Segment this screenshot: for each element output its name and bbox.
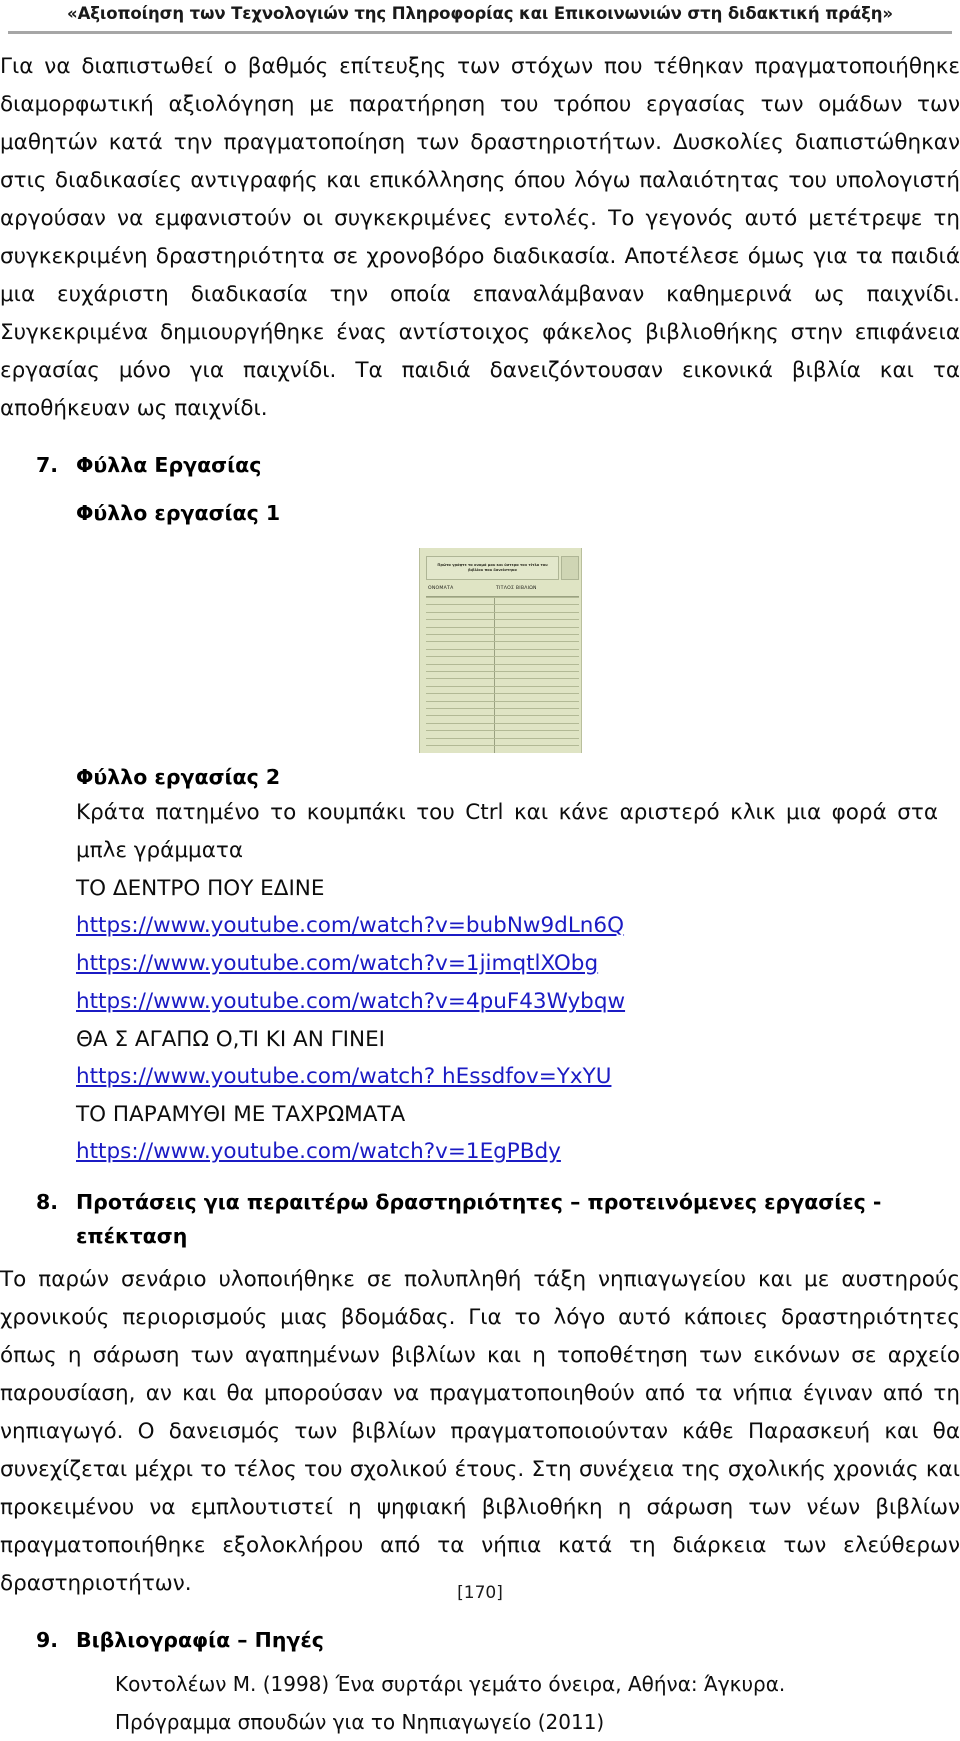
worksheet-row-rule [426, 708, 579, 709]
worksheet-row-rule [426, 730, 579, 732]
worksheet-2-instruction: Κράτα πατημένο το κουμπάκι του Ctrl και … [76, 800, 938, 863]
worksheet-1-heading: Φύλλο εργασίας 1 [76, 501, 281, 525]
bibliography-entry-2: Πρόγραμμα σπουδών για το Νηπιαγωγείο (20… [115, 1710, 605, 1734]
worksheet-row-rule [426, 611, 579, 613]
worksheet-image-rows [426, 597, 579, 753]
running-header-title: «Αξιοποίηση των Τεχνολογιών της Πληροφορ… [67, 4, 893, 23]
worksheet-row-rule [426, 597, 579, 598]
video-url-2[interactable]: https://www.youtube.com/watch?v=1jimqtlX… [76, 945, 598, 982]
worksheet-row-rule [426, 678, 579, 680]
video-link-row-2: https://www.youtube.com/watch?v=1jimqtlX… [76, 945, 938, 983]
worksheet-image-corner-block [561, 556, 579, 580]
worksheet-row-rule [426, 715, 579, 717]
video-label-3: ΤΟ ΠΑΡΑΜΥΘΙ ΜΕ ΤΑΧΡΩΜΑΤΑ [76, 1102, 406, 1127]
page-content: Για να διαπιστωθεί ο βαθμός επίτευξης τω… [0, 48, 960, 1741]
worksheet-row-rule [426, 626, 579, 628]
section-number-8: 8. [36, 1190, 59, 1214]
worksheet-row-rule [426, 619, 579, 621]
section-heading-7: 7. Φύλλα Εργασίας [36, 448, 942, 482]
section-heading-9: 9. Βιβλιογραφία – Πηγές [36, 1623, 942, 1657]
worksheet-image-column-headers: ΟΝΟΜΑΤΑ ΤΙΤΛΟΣ ΒΙΒΛΙΩΝ [426, 584, 579, 597]
worksheet-row-rule [426, 737, 579, 739]
worksheet-1-image: Πρώτα γράψτε τα ονομά μου και ύστερα τον… [419, 548, 582, 753]
document-page: «Αξιοποίηση των Τεχνολογιών της Πληροφορ… [0, 0, 960, 1734]
video-link-row-1: https://www.youtube.com/watch?v=bubNw9dL… [76, 907, 938, 945]
video-link-row-4: https://www.youtube.com/watch? hEssdfov=… [76, 1058, 938, 1096]
worksheet-row-rule [426, 648, 579, 650]
worksheet-image-title-bar: Πρώτα γράψτε τα ονομά μου και ύστερα τον… [426, 556, 559, 580]
paragraph-extensions: Το παρών σενάριο υλοποιήθηκε σε πολυπληθ… [0, 1267, 960, 1596]
running-header: «Αξιοποίηση των Τεχνολογιών της Πληροφορ… [0, 0, 960, 44]
worksheet-1-figure: Πρώτα γράψτε τα ονομά μου και ύστερα τον… [0, 548, 960, 760]
worksheet-row-rule [426, 745, 579, 746]
worksheet-row-rule [426, 671, 579, 672]
section-number-7: 7. [36, 453, 59, 477]
header-divider [8, 31, 952, 34]
worksheet-image-title: Πρώτα γράψτε τα ονομά μου και ύστερα τον… [437, 563, 548, 572]
paragraph-evaluation: Για να διαπιστωθεί ο βαθμός επίτευξης τω… [0, 54, 960, 421]
video-url-3[interactable]: https://www.youtube.com/watch?v=4puF43Wy… [76, 983, 625, 1020]
section-heading-8: 8. Προτάσεις για περαιτέρω δραστηριότητε… [36, 1185, 942, 1253]
worksheet-row-rule [426, 700, 579, 702]
worksheet-column-titles: ΤΙΤΛΟΣ ΒΙΒΛΙΩΝ [496, 586, 537, 591]
worksheet-2-block: Φύλλο εργασίας 2 Κράτα πατημένο το κουμπ… [76, 760, 938, 1171]
video-link-row-3: https://www.youtube.com/watch?v=4puF43Wy… [76, 983, 938, 1021]
section-title-8: Προτάσεις για περαιτέρω δραστηριότητες –… [76, 1190, 882, 1248]
video-url-4[interactable]: https://www.youtube.com/watch? hEssdfov=… [76, 1058, 611, 1095]
section-title-9: Βιβλιογραφία – Πηγές [76, 1628, 324, 1652]
video-label-2: ΘΑ Σ ΑΓΑΠΩ Ο,ΤΙ ΚΙ ΑΝ ΓΙΝΕΙ [76, 1027, 385, 1052]
page-number: [170] [457, 1583, 503, 1603]
worksheet-row-rule [426, 663, 579, 665]
video-url-5[interactable]: https://www.youtube.com/watch?v=1EgPBdy [76, 1133, 561, 1170]
worksheet-row-rule [426, 722, 579, 724]
worksheet-row-rule [426, 685, 579, 687]
worksheet-row-rule [426, 604, 579, 606]
section-title-7: Φύλλα Εργασίας [76, 453, 262, 477]
video-label-1: ΤΟ ΔΕΝΤΡΟ ΠΟΥ ΕΔΙΝΕ [76, 876, 325, 901]
worksheet-column-names: ΟΝΟΜΑΤΑ [428, 586, 454, 591]
video-link-row-5: https://www.youtube.com/watch?v=1EgPBdy [76, 1133, 938, 1171]
section-number-9: 9. [36, 1628, 59, 1652]
bibliography-entry-1: Κοντολέων Μ. (1998) Ένα συρτάρι γεμάτο ό… [115, 1672, 786, 1696]
worksheet-row-rule [426, 656, 579, 658]
worksheet-2-heading: Φύλλο εργασίας 2 [76, 765, 281, 789]
worksheet-row-rule [426, 634, 579, 635]
worksheet-row-rule [426, 693, 579, 695]
video-url-1[interactable]: https://www.youtube.com/watch?v=bubNw9dL… [76, 907, 624, 944]
worksheet-row-rule [426, 641, 579, 643]
